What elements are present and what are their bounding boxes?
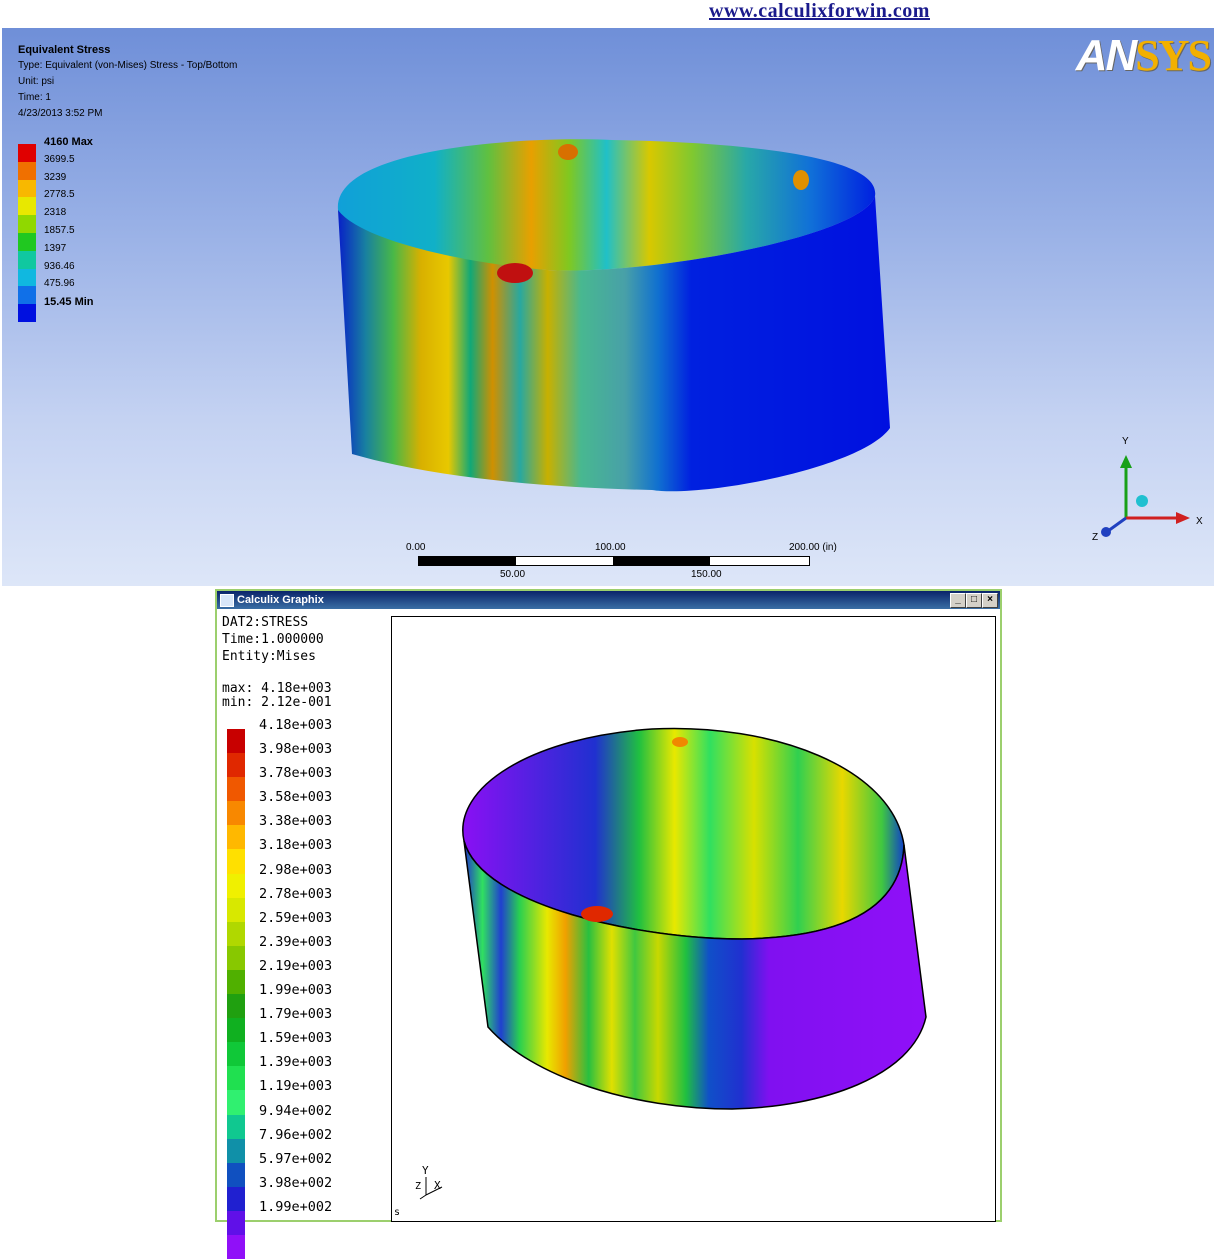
min-value: min: 2.12e-001 — [222, 695, 332, 710]
dataset-time: Time:1.000000 — [222, 632, 324, 647]
legend-label: 4.18e+003 — [259, 717, 333, 733]
scale-label-100: 100.00 — [595, 542, 626, 553]
legend-swatch — [227, 753, 245, 778]
legend-swatch — [227, 945, 245, 970]
legend-label: 1.39e+003 — [259, 1054, 333, 1071]
calculix-model-render — [462, 727, 927, 1110]
ansys-result-view: Equivalent Stress Type: Equivalent (von-… — [2, 28, 1214, 586]
legend-swatch — [227, 1186, 245, 1211]
legend-swatch — [227, 777, 245, 802]
legend-label: 3.98e+003 — [259, 741, 333, 758]
axis-label-z: Z — [1092, 532, 1099, 543]
ansys-model-render — [337, 139, 890, 492]
legend-swatch — [227, 1138, 245, 1163]
range-info: max: 4.18e+003 min: 2.12e-001 — [222, 682, 332, 710]
legend-swatch — [227, 969, 245, 995]
axis-label-z: Z — [415, 1181, 422, 1192]
scale-bar — [418, 556, 810, 566]
axis-label-y: Y — [422, 1164, 429, 1177]
legend-label: 3.78e+003 — [259, 765, 333, 782]
legend-swatch — [227, 921, 245, 946]
legend-label: 1.59e+003 — [259, 1030, 333, 1047]
legend-label: 2.78e+003 — [259, 885, 333, 902]
dataset-info: DAT2:STRESS Time:1.000000 Entity:Mises — [222, 614, 324, 665]
legend-label: 3.18e+003 — [259, 837, 333, 854]
legend-label: 9.94e+002 — [259, 1102, 333, 1119]
dataset-name: DAT2:STRESS — [222, 615, 309, 630]
legend-label: 3.38e+003 — [259, 813, 333, 830]
axis-label-x: X — [1196, 516, 1203, 527]
scale-label-150: 150.00 — [691, 569, 722, 580]
legend-swatch — [227, 873, 245, 898]
website-link[interactable]: www.calculixforwin.com — [709, 0, 930, 23]
dataset-entity: Entity:Mises — [222, 649, 316, 664]
legend-swatch — [227, 801, 245, 826]
legend-swatch — [227, 994, 245, 1019]
scale-label-200: 200.00 (in) — [789, 542, 837, 553]
axis-label-x: X — [434, 1179, 441, 1192]
legend-label: 2.39e+003 — [259, 933, 333, 950]
legend-swatch — [227, 1090, 245, 1115]
legend-label: 1.19e+003 — [259, 1078, 333, 1095]
legend-label: 1.99e+003 — [259, 982, 333, 999]
legend-swatch — [227, 825, 245, 850]
minimize-button[interactable]: _ — [950, 593, 966, 608]
legend-swatch — [227, 1234, 245, 1259]
legend-swatch — [227, 1066, 245, 1091]
legend-swatch — [227, 729, 245, 754]
window-title: Calculix Graphix — [237, 594, 324, 606]
close-button[interactable]: × — [982, 593, 998, 608]
legend-label: 2.19e+003 — [259, 957, 333, 974]
calculix-viewport[interactable]: Y X Z s — [391, 616, 996, 1222]
scale-bar-segment — [613, 557, 710, 565]
app-icon — [220, 594, 234, 607]
legend-swatch — [227, 897, 245, 922]
maximize-button[interactable]: □ — [966, 593, 982, 608]
legend-swatch — [227, 1042, 245, 1067]
legend-label: 2.59e+003 — [259, 909, 333, 926]
scale-label-50: 50.00 — [500, 569, 526, 580]
legend-swatch — [227, 1018, 245, 1043]
legend-label: 1.79e+003 — [259, 1006, 333, 1023]
legend-swatch — [227, 1114, 245, 1139]
legend-label: 7.96e+002 — [259, 1126, 333, 1143]
legend-swatch — [227, 849, 245, 874]
window-titlebar[interactable]: Calculix Graphix _ □ × — [217, 591, 1000, 609]
calculix-graphix-window: Calculix Graphix _ □ × DAT2:STRESS Time:1… — [215, 589, 1002, 1259]
scale-bar-segment — [419, 557, 516, 565]
max-value: max: 4.18e+003 — [222, 681, 332, 696]
legend-label: 1.99e+002 — [259, 1198, 333, 1215]
legend-label: 3.98e+002 — [259, 1174, 333, 1191]
corner-mark: s — [394, 1207, 401, 1218]
legend-swatch — [227, 1210, 245, 1235]
axis-label-y: Y — [1122, 436, 1129, 447]
legend-swatch — [227, 1162, 245, 1187]
scale-label-0: 0.00 — [406, 542, 426, 553]
legend-label: 2.98e+003 — [259, 861, 333, 878]
legend-label: 3.58e+003 — [259, 789, 333, 806]
legend-label: 5.97e+002 — [259, 1150, 333, 1167]
